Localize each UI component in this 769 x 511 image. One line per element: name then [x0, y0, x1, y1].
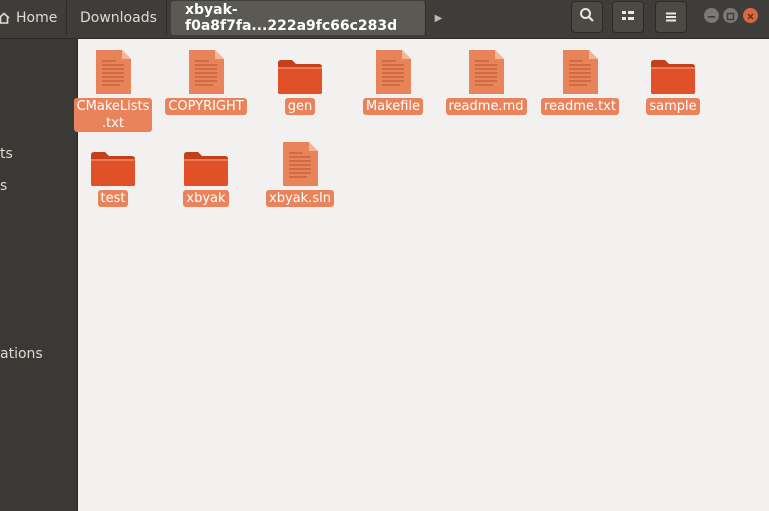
- sidebar: ts s ations: [0, 39, 78, 511]
- folder-icon: [648, 45, 698, 95]
- file-name-label: CMakeLists .txt: [73, 98, 153, 132]
- text-document-icon: [275, 137, 325, 187]
- sidebar-item-label[interactable]: ts: [0, 146, 13, 162]
- breadcrumb-forward-button[interactable]: ▶: [425, 1, 451, 35]
- text-document-icon: [555, 45, 605, 95]
- hamburger-menu-icon: [665, 8, 677, 27]
- file-name-label: readme.md: [445, 98, 527, 115]
- header-bar: Home Downloads xbyak-f0a8f7fa...222a9fc6…: [0, 0, 769, 39]
- sidebar-item-label[interactable]: s: [0, 178, 7, 194]
- breadcrumb: Home Downloads xbyak-f0a8f7fa...222a9fc6…: [0, 1, 451, 35]
- text-document-icon: [88, 45, 138, 95]
- close-button[interactable]: [743, 8, 758, 23]
- file-item[interactable]: CMakeLists .txt: [68, 45, 158, 132]
- file-name-label: COPYRIGHT: [165, 98, 247, 115]
- file-item[interactable]: sample: [628, 45, 718, 115]
- folder-icon: [88, 137, 138, 187]
- menu-button[interactable]: [655, 1, 687, 33]
- file-item[interactable]: readme.md: [441, 45, 531, 115]
- crumb-downloads[interactable]: Downloads: [67, 1, 167, 35]
- file-name-label: sample: [646, 98, 700, 115]
- file-name-label: xbyak.sln: [266, 190, 334, 207]
- file-name-label: gen: [284, 98, 316, 115]
- file-item[interactable]: COPYRIGHT: [161, 45, 251, 115]
- file-item[interactable]: test: [68, 137, 158, 207]
- sidebar-item-label[interactable]: ations: [0, 346, 43, 362]
- text-document-icon: [461, 45, 511, 95]
- file-name-label: xbyak: [183, 190, 229, 207]
- minimize-icon: [707, 6, 716, 25]
- file-item[interactable]: xbyak.sln: [255, 137, 345, 207]
- file-manager-window: Home Downloads xbyak-f0a8f7fa...222a9fc6…: [0, 0, 769, 511]
- search-icon: [579, 7, 595, 27]
- file-name-label: Makefile: [362, 98, 424, 115]
- file-item[interactable]: gen: [255, 45, 345, 115]
- view-options-icon: [621, 8, 635, 27]
- chevron-right-icon: ▶: [434, 12, 443, 24]
- home-icon: [0, 12, 10, 24]
- search-button[interactable]: [571, 1, 603, 33]
- crumb-home[interactable]: Home: [0, 1, 67, 35]
- file-name-label: test: [97, 190, 129, 207]
- file-grid: CMakeLists .txt COPYRIGHT gen Makefile readme…: [73, 39, 769, 511]
- folder-icon: [181, 137, 231, 187]
- file-item[interactable]: readme.txt: [535, 45, 625, 115]
- maximize-button[interactable]: [723, 8, 738, 23]
- text-document-icon: [368, 45, 418, 95]
- crumb-downloads-label: Downloads: [80, 10, 157, 26]
- maximize-icon: [726, 6, 735, 25]
- file-item[interactable]: xbyak: [161, 137, 251, 207]
- file-item[interactable]: Makefile: [348, 45, 438, 115]
- text-document-icon: [181, 45, 231, 95]
- folder-icon: [275, 45, 325, 95]
- close-icon: [746, 6, 755, 25]
- view-options-button[interactable]: [612, 1, 644, 33]
- minimize-button[interactable]: [704, 8, 719, 23]
- file-name-label: readme.txt: [541, 98, 619, 115]
- crumb-current-label: xbyak-f0a8f7fa...222a9fc66c283d: [185, 2, 398, 34]
- crumb-current-folder[interactable]: xbyak-f0a8f7fa...222a9fc66c283d: [171, 1, 425, 35]
- crumb-home-label: Home: [16, 10, 58, 26]
